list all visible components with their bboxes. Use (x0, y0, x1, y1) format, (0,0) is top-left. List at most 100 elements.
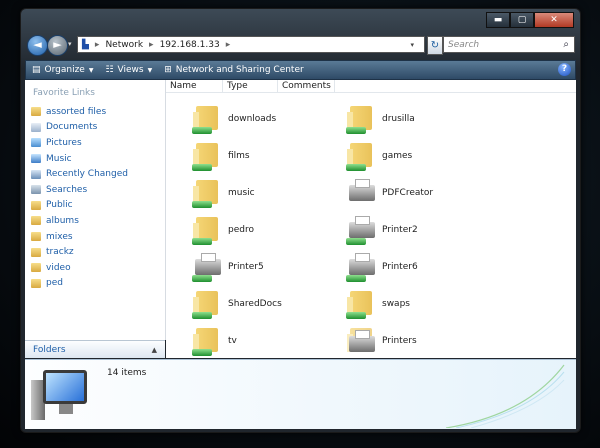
sidebar-item-label: ped (46, 278, 63, 289)
column-header-name[interactable]: Name (166, 80, 223, 92)
navigation-pane: Favorite Links assorted files Documents … (25, 80, 166, 340)
sidebar-item-label: Documents (46, 122, 98, 133)
sidebar-item[interactable]: Pictures (25, 135, 165, 151)
network-center-button[interactable]: ⊞ Network and Sharing Center (158, 61, 309, 79)
sidebar-item[interactable]: assorted files (25, 104, 165, 120)
sidebar-item[interactable]: ped (25, 276, 165, 292)
folder-icon (31, 107, 41, 117)
sidebar-item[interactable]: Public (25, 198, 165, 214)
shared-folder-icon (192, 104, 222, 134)
sidebar-item[interactable]: albums (25, 213, 165, 229)
folder-icon (31, 278, 41, 288)
sidebar-item[interactable]: Recently Changed (25, 166, 165, 182)
arrow-right-icon: ► (53, 38, 62, 51)
item-label: films (228, 151, 250, 161)
searches-icon (31, 185, 41, 195)
address-dropdown-icon[interactable]: ▾ (410, 41, 414, 49)
share-item[interactable]: Printers (346, 325, 417, 357)
views-label: Views (117, 65, 144, 75)
favorite-links-title: Favorite Links (33, 88, 95, 98)
refresh-button[interactable]: ↻ (427, 36, 443, 55)
share-item[interactable]: tv (192, 325, 237, 357)
refresh-icon: ↻ (430, 40, 440, 51)
search-input[interactable]: Search (448, 40, 479, 50)
share-item[interactable]: Printer5 (192, 251, 264, 283)
item-label: swaps (382, 299, 410, 309)
search-box[interactable]: Search ⌕ (443, 36, 575, 53)
share-item[interactable]: music (192, 177, 255, 209)
arrow-left-icon: ◄ (33, 38, 42, 51)
share-item[interactable]: Printer6 (346, 251, 418, 283)
breadcrumb-network[interactable]: Network (105, 40, 143, 50)
column-header-type[interactable]: Type (223, 80, 278, 92)
navigation-bar: ◄ ► ▾ ▙ ▸ Network ▸ 192.168.1.33 ▸ ▾ ↻ S… (25, 34, 576, 56)
recently-changed-icon (31, 169, 41, 179)
folder-icon (31, 232, 41, 242)
share-item[interactable]: swaps (346, 288, 410, 320)
music-icon (31, 154, 41, 164)
sidebar-item[interactable]: trackz (25, 244, 165, 260)
item-count: 14 items (107, 368, 147, 378)
computer-icon (31, 370, 91, 425)
sidebar-item-label: Music (46, 153, 72, 164)
breadcrumb-host[interactable]: 192.168.1.33 (160, 40, 220, 50)
chevron-up-icon: ▲ (151, 345, 157, 354)
details-pane: 14 items (25, 359, 576, 429)
sidebar-item[interactable]: Searches (25, 182, 165, 198)
item-label: SharedDocs (228, 299, 282, 309)
item-label: PDFCreator (382, 188, 434, 198)
help-button[interactable]: ? (558, 63, 571, 76)
folders-toggle[interactable]: Folders ▲ (25, 340, 165, 358)
sidebar-item-label: mixes (46, 231, 73, 242)
maximize-button[interactable]: ▢ (510, 12, 534, 28)
sidebar-item[interactable]: Music (25, 151, 165, 167)
shared-folder-icon (346, 104, 376, 134)
back-button[interactable]: ◄ (27, 35, 48, 56)
sidebar-item[interactable]: Documents (25, 120, 165, 136)
forward-button[interactable]: ► (47, 35, 68, 56)
share-item[interactable]: games (346, 140, 412, 172)
item-label: Printer2 (382, 225, 418, 235)
folders-label: Folders (33, 344, 66, 355)
pictures-icon (31, 138, 41, 148)
shared-folder-icon (192, 215, 222, 245)
views-icon: ☷ (105, 65, 114, 75)
item-label: Printers (382, 336, 417, 346)
share-item[interactable]: films (192, 140, 250, 172)
share-item[interactable]: Printer2 (346, 214, 418, 246)
views-button[interactable]: ☷ Views ▼ (99, 61, 158, 79)
shared-folder-icon (346, 289, 376, 319)
shared-folder-icon (192, 326, 222, 356)
minimize-button[interactable]: ▬ (486, 12, 510, 28)
item-label: Printer6 (382, 262, 418, 272)
column-headers: Name Type Comments (166, 80, 576, 93)
close-button[interactable]: ✕ (534, 12, 574, 28)
shared-printer-icon (192, 252, 222, 282)
share-item[interactable]: SharedDocs (192, 288, 282, 320)
decorative-swoosh (446, 364, 565, 428)
network-icon: ▙ (82, 39, 89, 50)
network-center-label: Network and Sharing Center (175, 65, 304, 75)
network-center-icon: ⊞ (164, 65, 172, 75)
shared-folder-icon (346, 141, 376, 171)
recent-pages-dropdown[interactable]: ▾ (68, 40, 72, 48)
sidebar-item[interactable]: video (25, 260, 165, 276)
item-label: downloads (228, 114, 277, 124)
share-item[interactable]: downloads (192, 103, 276, 135)
item-label: music (228, 188, 255, 198)
sidebar-item-label: Pictures (46, 137, 82, 148)
column-header-comments[interactable]: Comments (278, 80, 335, 92)
search-icon[interactable]: ⌕ (563, 39, 569, 50)
caption-buttons: ▬ ▢ ✕ (486, 12, 574, 28)
item-label: pedro (228, 225, 254, 235)
address-bar[interactable]: ▙ ▸ Network ▸ 192.168.1.33 ▸ ▾ (77, 36, 425, 53)
breadcrumb-separator: ▸ (149, 39, 154, 50)
organize-button[interactable]: ▤ Organize ▼ (26, 61, 99, 79)
chevron-down-icon: ▼ (88, 66, 94, 74)
documents-icon (31, 122, 41, 132)
share-item[interactable]: drusilla (346, 103, 415, 135)
sidebar-item[interactable]: mixes (25, 229, 165, 245)
explorer-window: ▬ ▢ ✕ ◄ ► ▾ ▙ ▸ Network ▸ 192.168.1.33 ▸… (20, 8, 581, 433)
share-item[interactable]: pedro (192, 214, 254, 246)
share-item[interactable]: PDFCreator (346, 177, 433, 209)
